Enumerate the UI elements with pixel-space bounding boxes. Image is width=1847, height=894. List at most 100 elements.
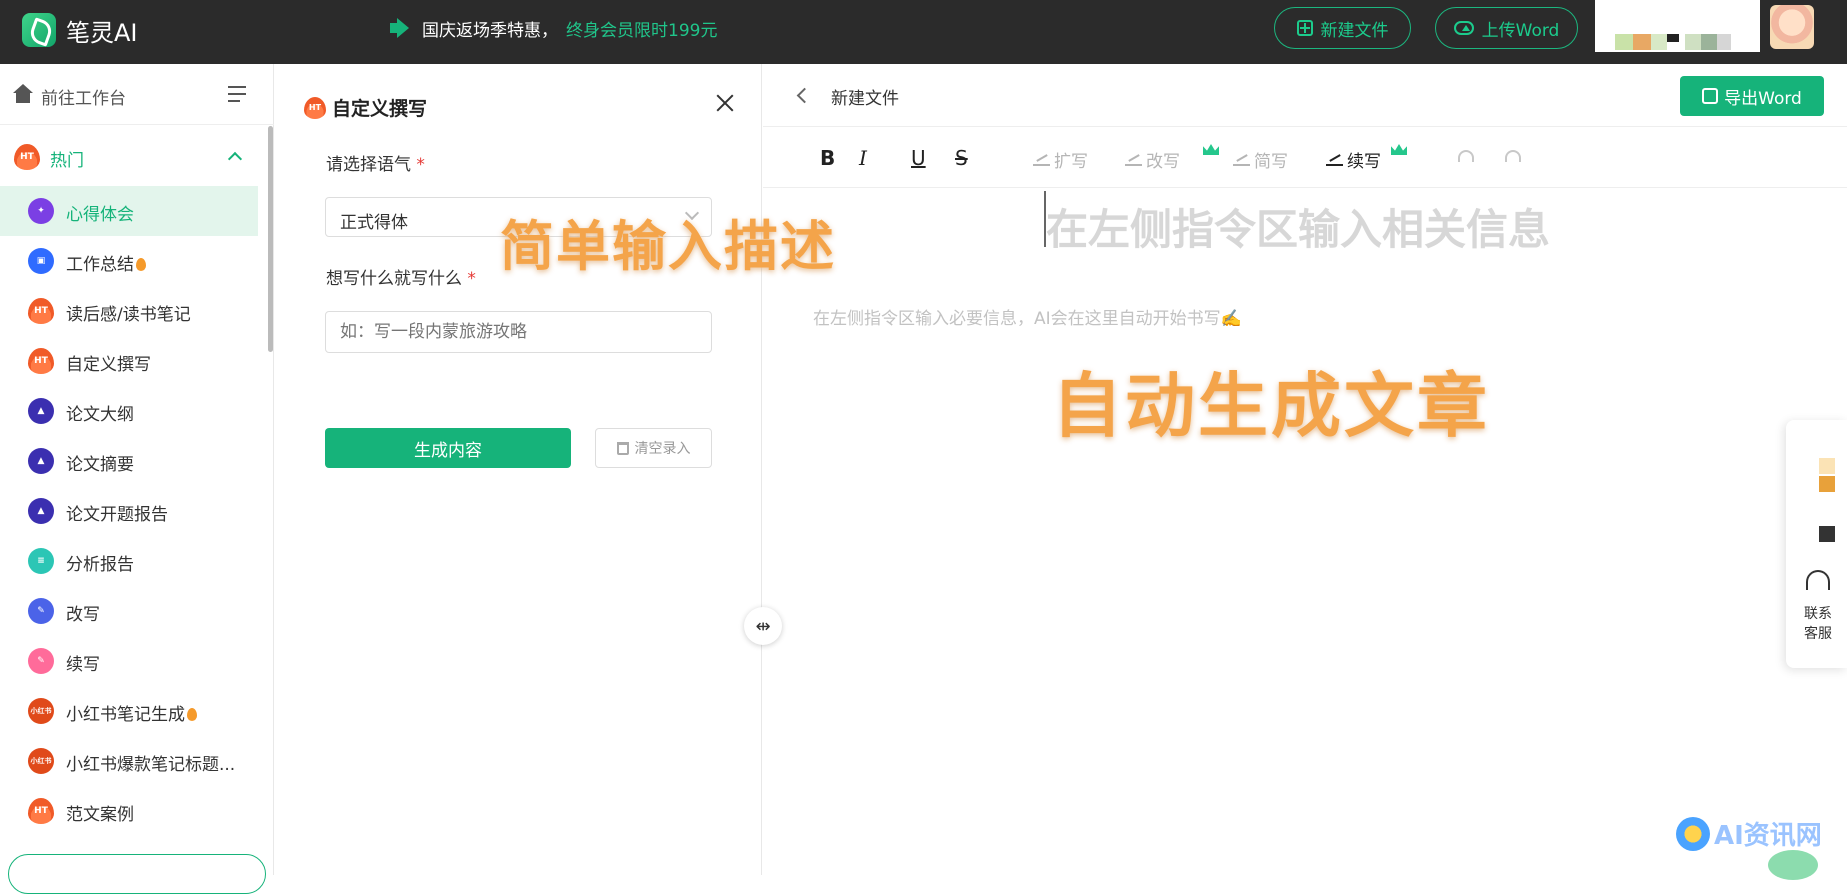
sidebar-item-label: 改写 (66, 605, 100, 625)
watermark: AI资讯网 (1676, 815, 1822, 852)
simplify-button[interactable]: 简写 (1233, 147, 1288, 172)
sidebar-item-continue[interactable]: ✎ 续写 (0, 636, 258, 686)
magic-wand-icon (1125, 153, 1142, 166)
pen-icon (1326, 153, 1343, 166)
sidebar-item-work-summary[interactable]: ▣ 工作总结 (0, 236, 258, 286)
tone-select-value: 正式得体 (340, 213, 408, 233)
user-info-card[interactable] (1595, 0, 1760, 52)
graduation-cap-icon: ▲ (28, 448, 54, 474)
hot-group-header[interactable]: HT 热门 (0, 126, 274, 186)
editor-toolbar: B I U S 扩写 改写 简写 续写 (763, 128, 1847, 188)
close-icon[interactable] (714, 92, 736, 114)
upload-word-button[interactable]: 上传Word (1435, 7, 1578, 49)
overlay-caption-left: 简单输入描述 (500, 215, 836, 278)
document-title[interactable]: 新建文件 (831, 84, 899, 109)
body-placeholder[interactable]: 在左侧指令区输入必要信息，AI会在这里自动开始书写✍️ (813, 304, 1242, 329)
badge-icon: ✦ (28, 198, 54, 224)
headset-icon (1806, 570, 1830, 590)
sidebar-item-rewrite[interactable]: ✎ 改写 (0, 586, 258, 636)
sidebar-item-label: 工作总结 (66, 250, 146, 275)
logo-icon (22, 13, 56, 47)
new-file-label: 新建文件 (1320, 20, 1389, 41)
resize-arrows-icon: ⇹ (755, 615, 771, 637)
workspace-label: 前往工作台 (41, 89, 126, 109)
floating-side-widget[interactable]: 联系客服 (1786, 420, 1847, 668)
hot-flame-icon: HT (304, 96, 326, 119)
watermark-logo-icon (1676, 816, 1710, 851)
sidebar-item-custom-writing[interactable]: HT 自定义撰写 (0, 336, 258, 386)
sidebar-scrollbar[interactable] (268, 126, 273, 352)
rewrite-button[interactable]: 改写 (1125, 147, 1180, 172)
promo-banner[interactable]: 国庆返场季特惠， 终身会员限时199元 (390, 14, 717, 42)
chevron-up-icon (227, 151, 243, 167)
topic-input[interactable] (325, 311, 712, 353)
sidebar-item-label: 小红书笔记生成 (66, 700, 197, 725)
sidebar-item-analysis-report[interactable]: ≡ 分析报告 (0, 536, 258, 586)
promo-highlight: 终身会员限时199元 (566, 20, 718, 41)
sidebar-item-label: 续写 (66, 655, 100, 675)
clear-input-button[interactable]: 清空录入 (595, 428, 712, 468)
sidebar-bottom-card[interactable] (8, 854, 266, 894)
instruction-panel: HT 自定义撰写 请选择语气 * 正式得体 想写什么就写什么 * 生成内容 清空… (274, 64, 762, 875)
sidebar-item-reading-notes[interactable]: HT 读后感/读书笔记 (0, 286, 258, 336)
user-avatar[interactable] (1770, 5, 1814, 49)
topic-label: 想写什么就写什么 * (326, 269, 476, 289)
sidebar-item-xhs-titles[interactable]: 小红书 小红书爆款笔记标题... (0, 736, 258, 786)
continue-button[interactable]: 续写 (1326, 147, 1381, 172)
generate-button[interactable]: 生成内容 (325, 428, 571, 468)
graduation-cap-icon: ▲ (28, 498, 54, 524)
title-placeholder[interactable]: 在左侧指令区输入相关信息 (1046, 196, 1550, 257)
xiaohongshu-icon: 小红书 (28, 748, 54, 774)
home-icon (12, 84, 34, 104)
sidebar-item-label: 论文摘要 (66, 455, 134, 475)
sidebar-item-xhs-notes[interactable]: 小红书 小红书笔记生成 (0, 686, 258, 736)
bold-button[interactable]: B (820, 146, 835, 170)
sidebar-item-label: 论文大纲 (66, 405, 134, 425)
expand-button[interactable]: 扩写 (1033, 147, 1088, 172)
hot-flame-icon: HT (28, 298, 54, 324)
cloud-upload-icon (1453, 21, 1474, 35)
strikethrough-button[interactable]: S (955, 146, 968, 170)
briefcase-icon: ▣ (28, 248, 54, 274)
crown-icon (1203, 144, 1219, 155)
chat-bubble-icon[interactable] (1768, 850, 1818, 880)
italic-button[interactable]: I (859, 146, 867, 170)
sidebar-item-label: 心得体会 (66, 205, 134, 225)
clear-label: 清空录入 (634, 441, 691, 457)
export-word-button[interactable]: 导出Word (1680, 76, 1824, 116)
sidebar-item-label: 读后感/读书笔记 (66, 305, 191, 325)
new-file-button[interactable]: 新建文件 (1274, 7, 1411, 49)
sidebar-item-label: 分析报告 (66, 555, 134, 575)
export-label: 导出Word (1724, 88, 1802, 109)
back-chevron-icon[interactable] (796, 87, 813, 104)
overlay-caption-right: 自动生成文章 (1052, 365, 1490, 447)
underline-button[interactable]: U (911, 146, 926, 170)
sidebar-item-thesis-abstract[interactable]: ▲ 论文摘要 (0, 436, 258, 486)
sidebar-item-thesis-outline[interactable]: ▲ 论文大纲 (0, 386, 258, 436)
sidebar: 前往工作台 HT 热门 ✦ 心得体会 ▣ 工作总结 HT 读后感/读书笔记 HT… (0, 64, 274, 894)
megaphone-icon (390, 18, 414, 38)
sidebar-item-thesis-proposal[interactable]: ▲ 论文开题报告 (0, 486, 258, 536)
sidebar-item-xindetihui[interactable]: ✦ 心得体会 (0, 186, 258, 236)
hot-flame-icon (187, 708, 197, 721)
app-logo[interactable]: 笔灵AI (22, 12, 138, 48)
hot-group-label: 热门 (50, 151, 84, 171)
crown-icon (1391, 144, 1407, 155)
top-bar: 笔灵AI 国庆返场季特惠， 终身会员限时199元 新建文件 上传Word (0, 0, 1847, 64)
pen-icon: ✎ (28, 648, 54, 674)
hot-flame-icon: HT (28, 348, 54, 374)
sidebar-item-label: 范文案例 (66, 805, 134, 825)
trash-icon (616, 441, 629, 455)
pen-icon (1033, 153, 1050, 166)
export-icon (1702, 88, 1719, 104)
contact-support-label[interactable]: 联系客服 (1800, 604, 1836, 644)
collapse-menu-icon[interactable] (228, 86, 248, 102)
undo-icon[interactable] (1458, 150, 1474, 162)
pen-icon (1233, 153, 1250, 166)
panel-resize-handle[interactable]: ⇹ (744, 607, 782, 645)
redo-icon[interactable] (1505, 150, 1521, 162)
sidebar-item-sample-essays[interactable]: HT 范文案例 (0, 786, 258, 836)
sidebar-item-label: 小红书爆款笔记标题... (66, 755, 236, 775)
editor-header: 新建文件 导出Word (763, 64, 1847, 127)
workspace-link[interactable]: 前往工作台 (0, 64, 274, 125)
